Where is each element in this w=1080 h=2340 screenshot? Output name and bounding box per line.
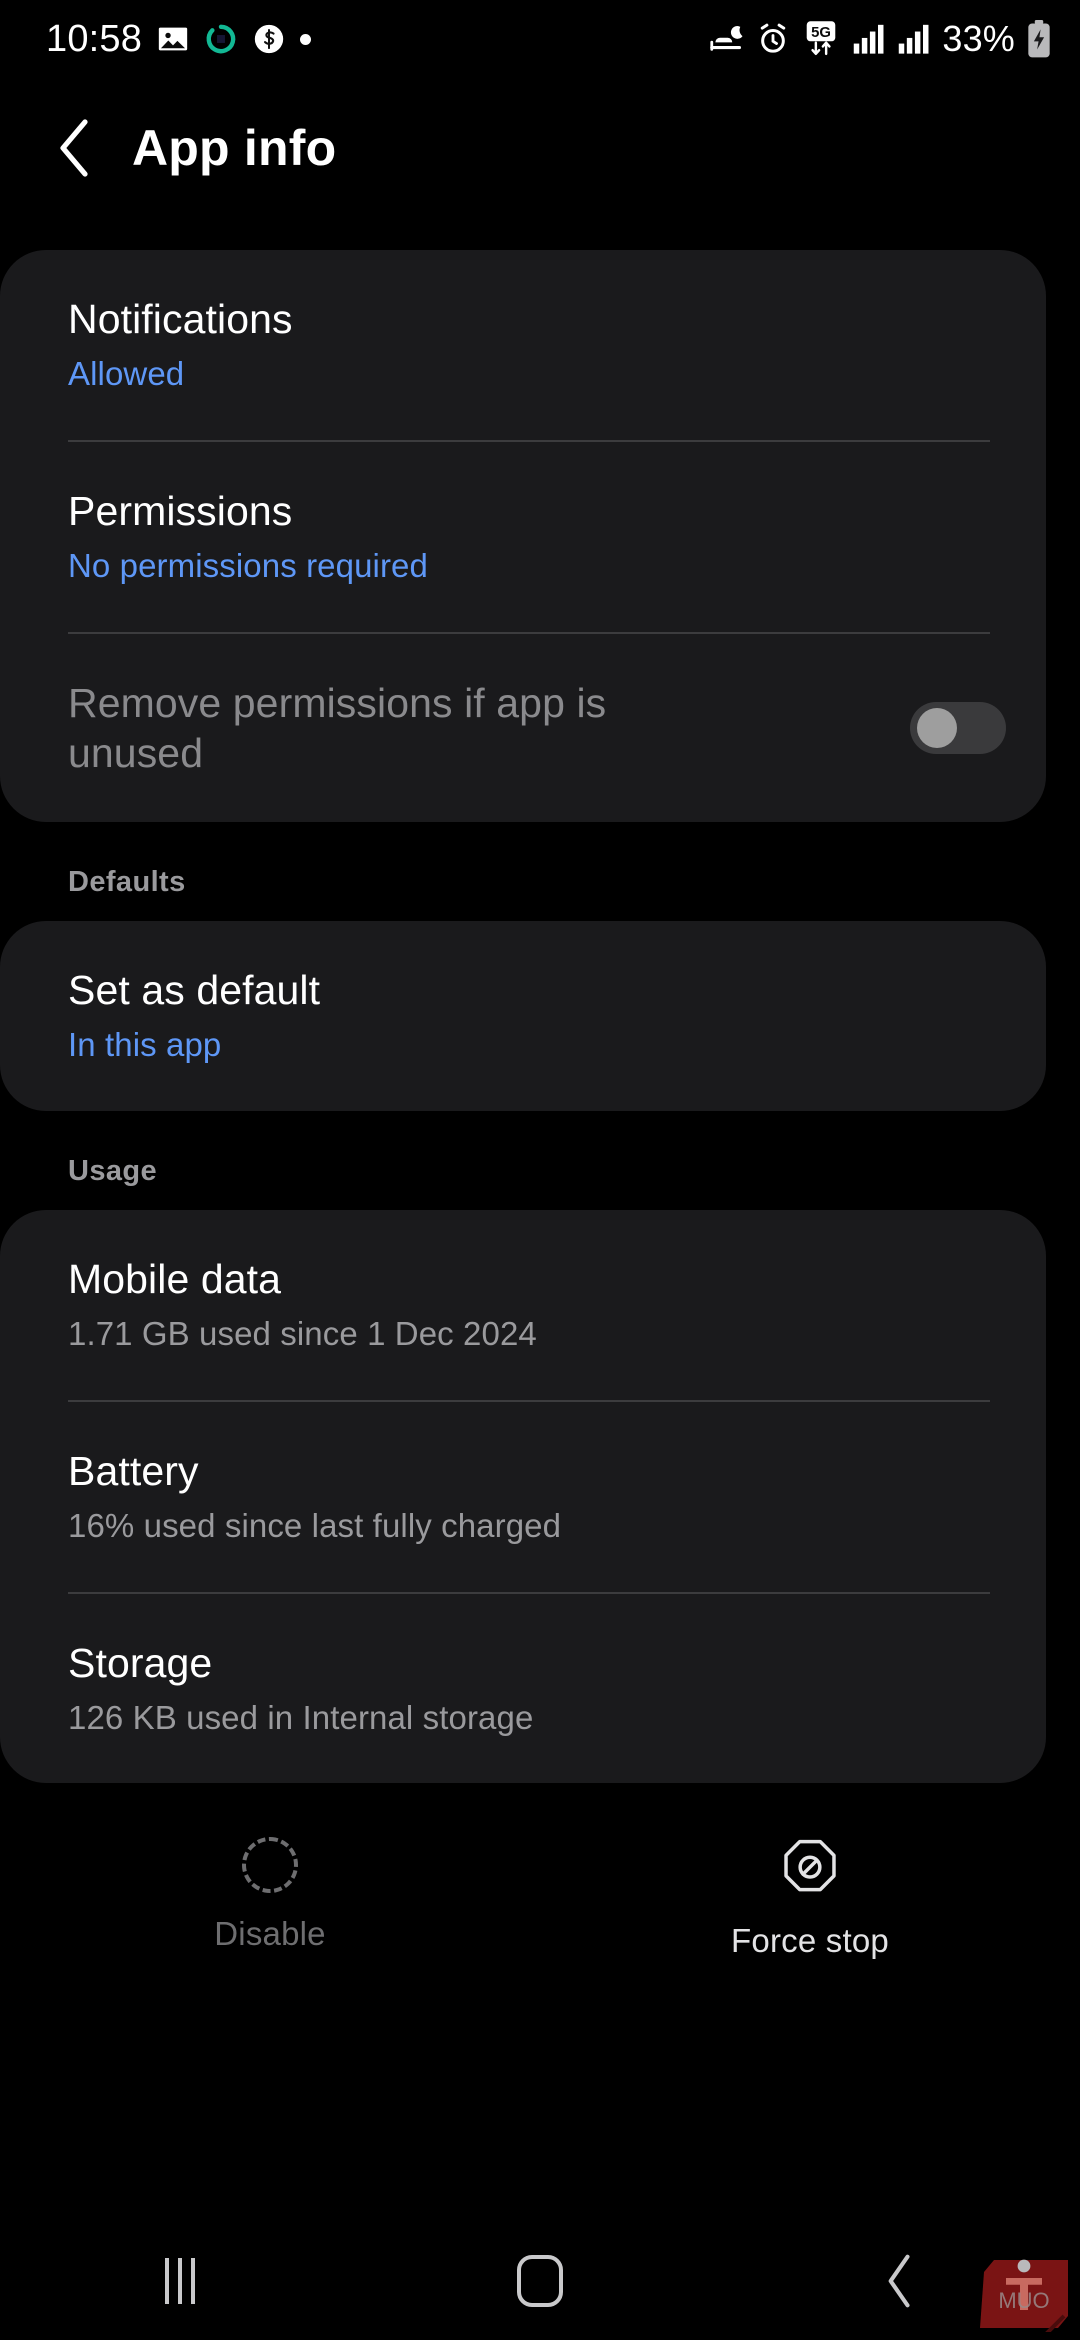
row-permissions[interactable]: Permissions No permissions required: [0, 442, 1046, 632]
row-subtitle: 1.71 GB used since 1 Dec 2024: [68, 1314, 537, 1352]
settings-list: Notifications Allowed Permissions No per…: [0, 250, 1080, 1960]
usage-card: Mobile data 1.71 GB used since 1 Dec 202…: [0, 1209, 1046, 1784]
svg-text:5G: 5G: [811, 25, 831, 41]
signal-bars-sim1-icon: [852, 23, 886, 55]
row-texts: Remove permissions if app is unused: [68, 678, 884, 778]
row-subtitle: No permissions required: [68, 546, 428, 584]
status-bar-right: 5G 33%: [709, 18, 1052, 60]
remove-permissions-toggle: [910, 701, 1006, 754]
toggle-knob: [917, 707, 957, 748]
muo-watermark: MUO: [976, 2256, 1072, 2338]
bedtime-mode-icon: [709, 22, 745, 56]
force-stop-button-label: Force stop: [731, 1922, 889, 1960]
row-texts: Storage 126 KB used in Internal storage: [68, 1638, 1006, 1740]
row-notifications[interactable]: Notifications Allowed: [0, 250, 1046, 440]
back-button[interactable]: [40, 113, 110, 183]
row-title: Mobile data: [68, 1255, 282, 1302]
recents-icon: [165, 2258, 195, 2304]
image-icon: [156, 22, 190, 56]
row-subtitle: In this app: [68, 1025, 222, 1063]
home-button[interactable]: [360, 2255, 720, 2307]
row-texts: Mobile data 1.71 GB used since 1 Dec 202…: [68, 1254, 1006, 1356]
row-subtitle: Allowed: [68, 355, 185, 393]
row-title: Permissions: [68, 487, 293, 534]
chevron-left-icon: [888, 2254, 910, 2308]
row-battery[interactable]: Battery 16% used since last fully charge…: [0, 1402, 1046, 1592]
dot-icon: [300, 33, 312, 45]
battery-charging-icon: [1026, 20, 1052, 58]
status-bar-clock: 10:58: [46, 17, 143, 60]
row-title: Battery: [68, 1447, 199, 1494]
section-label-defaults: Defaults: [68, 865, 186, 898]
status-bar: 10:58 5G 33%: [0, 0, 1080, 78]
alarm-icon: [756, 22, 790, 56]
battery-percent-label: 33%: [942, 18, 1015, 59]
network-5g-icon: 5G: [801, 20, 841, 58]
row-title: Storage: [68, 1639, 213, 1686]
row-subtitle: 126 KB used in Internal storage: [68, 1698, 534, 1736]
app-bar: App info: [0, 78, 1080, 218]
row-texts: Set as default In this app: [68, 965, 1006, 1067]
recents-button[interactable]: [0, 2258, 360, 2304]
row-title: Notifications: [68, 296, 293, 342]
row-set-as-default[interactable]: Set as default In this app: [0, 921, 1046, 1111]
row-texts: Notifications Allowed: [68, 294, 1006, 396]
row-title: Remove permissions if app is unused: [68, 679, 607, 776]
section-label-usage: Usage: [68, 1154, 158, 1187]
disable-button-label: Disable: [214, 1915, 326, 1953]
force-stop-button[interactable]: Force stop: [540, 1837, 1080, 1960]
row-remove-permissions-if-unused: Remove permissions if app is unused: [0, 634, 1046, 822]
s-badge-icon: [252, 22, 286, 56]
svg-text:MUO: MUO: [998, 2288, 1049, 2313]
row-texts: Permissions No permissions required: [68, 486, 1006, 588]
circle-sync-icon: [204, 22, 238, 56]
action-buttons: Disable Force stop: [0, 1783, 1080, 1960]
chevron-left-icon: [60, 119, 88, 177]
disable-button: Disable: [0, 1837, 540, 1960]
row-mobile-data[interactable]: Mobile data 1.71 GB used since 1 Dec 202…: [0, 1210, 1046, 1400]
row-storage[interactable]: Storage 126 KB used in Internal storage: [0, 1594, 1046, 1784]
navigation-bar: MUO: [0, 2222, 1080, 2340]
row-title: Set as default: [68, 966, 321, 1013]
block-octagon-icon: [781, 1837, 839, 1900]
home-icon: [517, 2255, 563, 2307]
signal-bars-sim2-icon: [897, 23, 931, 55]
status-bar-left: 10:58: [46, 17, 312, 61]
page-title: App info: [132, 120, 337, 176]
row-subtitle: 16% used since last fully charged: [68, 1506, 562, 1544]
dashed-circle-icon: [242, 1837, 298, 1894]
row-texts: Battery 16% used since last fully charge…: [68, 1446, 1006, 1548]
permissions-card: Notifications Allowed Permissions No per…: [0, 250, 1046, 822]
defaults-card: Set as default In this app: [0, 920, 1046, 1111]
